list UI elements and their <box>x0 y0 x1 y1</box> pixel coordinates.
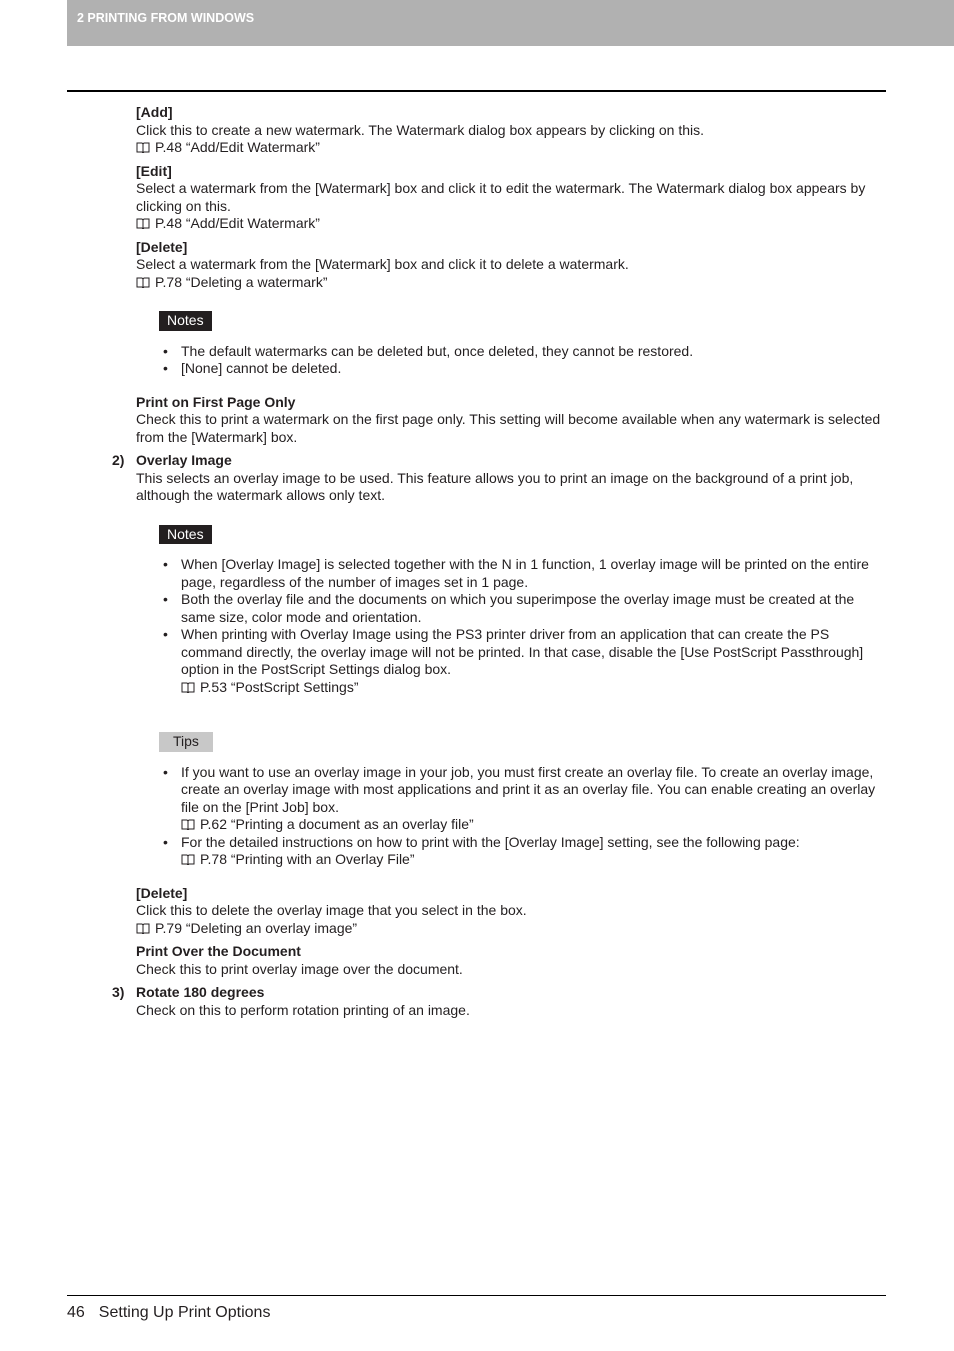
book-icon <box>136 142 150 153</box>
add-ref-link[interactable]: P.48 “Add/Edit Watermark” <box>136 139 886 157</box>
tips-list: If you want to use an overlay image in y… <box>136 764 886 869</box>
overlay-file-ref-link[interactable]: P.62 “Printing a document as an overlay … <box>181 816 886 834</box>
chapter-header: 2 PRINTING FROM WINDOWS <box>67 0 954 46</box>
postscript-ref-link[interactable]: P.53 “PostScript Settings” <box>181 679 886 697</box>
add-section: [Add] Click this to create a new waterma… <box>136 104 886 157</box>
rotate-title: Rotate 180 degrees <box>136 984 265 1000</box>
book-icon <box>136 277 150 288</box>
delete-overlay-title: [Delete] <box>136 884 188 901</box>
delete-overlay-section: [Delete] Click this to delete the overla… <box>136 885 886 938</box>
add-text: Click this to create a new watermark. Th… <box>136 121 705 138</box>
book-icon <box>181 854 195 865</box>
print-over-section: Print Over the Document Check this to pr… <box>136 943 886 978</box>
overlay-text: This selects an overlay image to be used… <box>136 469 854 504</box>
notes-list: The default watermarks can be deleted bu… <box>136 343 886 378</box>
first-page-title: Print on First Page Only <box>136 393 296 410</box>
list-item: If you want to use an overlay image in y… <box>163 764 886 834</box>
tips-label: Tips <box>159 732 213 752</box>
page-number: 46 <box>67 1304 85 1321</box>
rotate-section: 3) Rotate 180 degrees Check on this to p… <box>112 984 886 1019</box>
chapter-title: 2 PRINTING FROM WINDOWS <box>77 11 255 25</box>
edit-title: [Edit] <box>136 162 172 179</box>
book-icon <box>181 819 195 830</box>
section-number: 2) <box>112 452 125 468</box>
delete-overlay-text: Click this to delete the overlay image t… <box>136 902 527 918</box>
notes-label: Notes <box>159 524 212 544</box>
overlay-title: Overlay Image <box>136 452 232 468</box>
list-item: When printing with Overlay Image using t… <box>163 626 886 697</box>
section-number: 3) <box>112 984 125 1000</box>
print-overlay-ref-link[interactable]: P.78 “Printing with an Overlay File” <box>181 851 886 869</box>
notes-label: Notes <box>159 311 212 331</box>
delete-ref-link[interactable]: P.78 “Deleting a watermark” <box>136 274 886 292</box>
list-item: The default watermarks can be deleted bu… <box>163 343 886 361</box>
first-page-text: Check this to print a watermark on the f… <box>136 411 881 445</box>
top-rule <box>67 90 886 92</box>
edit-section: [Edit] Select a watermark from the [Wate… <box>136 163 886 233</box>
footer-rule <box>67 1295 886 1296</box>
list-item: Both the overlay file and the documents … <box>163 591 886 626</box>
footer-title: Setting Up Print Options <box>98 1304 271 1321</box>
delete-watermark-section: [Delete] Select a watermark from the [Wa… <box>136 239 886 292</box>
page-content: [Add] Click this to create a new waterma… <box>112 104 886 1019</box>
delete-text: Select a watermark from the [Watermark] … <box>136 256 629 272</box>
add-title: [Add] <box>136 104 173 120</box>
book-icon <box>136 923 150 934</box>
edit-text: Select a watermark from the [Watermark] … <box>136 180 866 214</box>
book-icon <box>136 218 150 229</box>
book-icon <box>181 682 195 693</box>
list-item: When [Overlay Image] is selected togethe… <box>163 556 886 591</box>
edit-ref-link[interactable]: P.48 “Add/Edit Watermark” <box>136 215 886 233</box>
print-over-text: Check this to print overlay image over t… <box>136 960 463 977</box>
delete-overlay-ref-link[interactable]: P.79 “Deleting an overlay image” <box>136 920 886 938</box>
print-over-title: Print Over the Document <box>136 943 301 959</box>
list-item: [None] cannot be deleted. <box>163 360 886 378</box>
first-page-section: Print on First Page Only Check this to p… <box>136 394 886 447</box>
notes-list: When [Overlay Image] is selected togethe… <box>136 556 886 696</box>
delete-title: [Delete] <box>136 238 188 255</box>
footer: 46 Setting Up Print Options <box>67 1304 270 1322</box>
overlay-section: 2) Overlay Image This selects an overlay… <box>112 452 886 505</box>
list-item: For the detailed instructions on how to … <box>163 834 886 869</box>
rotate-text: Check on this to perform rotation printi… <box>136 1001 470 1018</box>
